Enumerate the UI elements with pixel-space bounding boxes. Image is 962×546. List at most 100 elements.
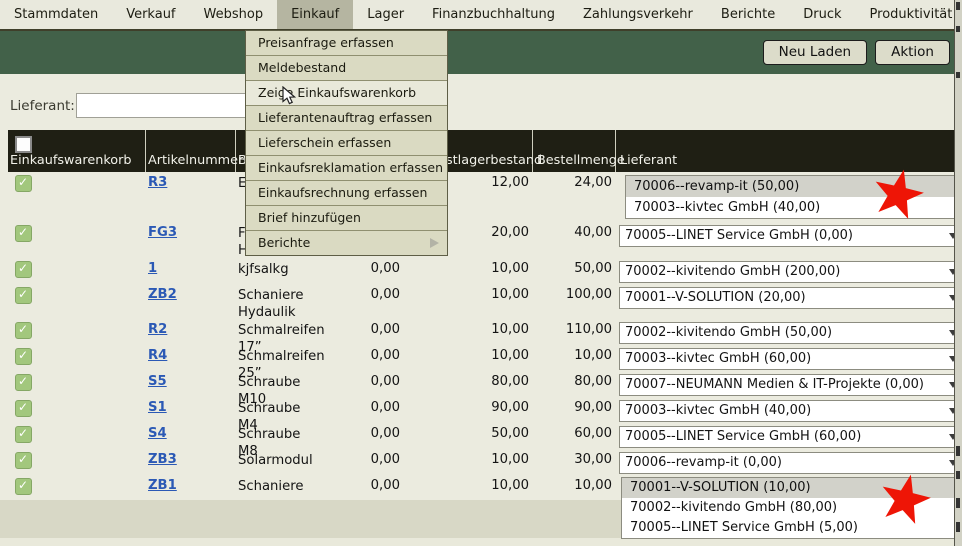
lieferant-select[interactable]: 70005--LINET Service GmbH (60,00) [619,426,962,448]
red-star-annotation [868,165,928,225]
table-row: 1 kjfsalkg 0,00 10,00 50,00 70002--kivit… [8,258,962,284]
menubar-item-produktivitaet[interactable]: Produktivität [856,0,962,29]
submenu-arrow-icon [430,238,439,248]
artikelnummer-link[interactable]: ZB1 [146,478,177,493]
table-body: R3 E 0,00 12,00 24,00 FG3 F H 0,00 20,00… [8,172,962,500]
neu-laden-button[interactable]: Neu Laden [763,40,867,65]
row-checkbox[interactable] [15,348,32,365]
table-row: ZB2 Schaniere Hydaulik 0,00 10,00 100,00… [8,284,962,319]
lieferant-filter-label: Lieferant: [10,98,75,114]
bestellmenge-value: 100,00 [533,284,616,321]
meldebestand-value: 0,00 [314,258,404,284]
lieferant-select-value: 70003--kivtec GmbH (60,00) [620,351,811,366]
meldebestand-value: 0,00 [314,284,404,321]
table-row: S4 Schraube M8 0,00 50,00 60,00 70005--L… [8,423,962,449]
lieferant-select-value: 70002--kivitendo GmbH (200,00) [620,264,840,279]
menu-item-lieferantenauftrag-erfassen[interactable]: Lieferantenauftrag erfassen [246,105,447,130]
bestellmenge-value: 50,00 [533,258,616,284]
meldebestand-value: 0,00 [314,449,404,475]
artikelnummer-link[interactable]: FG3 [146,225,177,240]
lagerbestand-value: 10,00 [404,449,533,475]
lieferant-select[interactable]: 70007--NEUMANN Medien & IT-Projekte (0,0… [619,374,962,396]
menubar-item-webshop[interactable]: Webshop [190,0,278,29]
lieferant-select[interactable]: 70003--kivtec GmbH (60,00) [619,348,962,370]
menu-item-einkaufsrechnung-erfassen[interactable]: Einkaufsrechnung erfassen [246,180,447,205]
artikelnummer-link[interactable]: ZB3 [146,452,177,467]
lieferant-select-value: 70005--LINET Service GmbH (60,00) [620,429,861,444]
menubar-item-stammdaten[interactable]: Stammdaten [0,0,112,29]
table-row: S1 Schraube M4 0,00 90,00 90,00 70003--k… [8,397,962,423]
bestellmenge-value: 10,00 [533,475,616,500]
artikelnummer-link[interactable]: S5 [146,374,167,389]
lieferant-select-value: 70001--V-SOLUTION (20,00) [620,290,806,305]
lieferant-select-value: 70003--kivtec GmbH (40,00) [620,403,811,418]
lieferant-select-value: 70007--NEUMANN Medien & IT-Projekte (0,0… [620,377,924,392]
menu-item-zeige-einkaufswarenkorb[interactable]: Zeige Einkaufswarenkorb [246,80,447,105]
artikelnummer-link[interactable]: S1 [146,400,167,415]
row-checkbox[interactable] [15,322,32,339]
lieferant-select[interactable]: 70005--LINET Service GmbH (0,00) [619,225,962,247]
lieferant-select[interactable]: 70001--V-SOLUTION (20,00) [619,287,962,309]
row-checkbox[interactable] [15,261,32,278]
menubar-item-finanzbuchhaltung[interactable]: Finanzbuchhaltung [418,0,569,29]
table-row: R4 Schmalreifen 25” 0,00 10,00 10,00 700… [8,345,962,371]
bezeichnung-text: Schaniere Hydaulik [236,284,314,321]
bezeichnung-text: Schaniere [236,475,314,500]
menu-item-lieferschein-erfassen[interactable]: Lieferschein erfassen [246,130,447,155]
menu-item-brief-hinzufuegen[interactable]: Brief hinzufügen [246,205,447,230]
row-checkbox[interactable] [15,374,32,391]
lagerbestand-value: 10,00 [404,258,533,284]
bezeichnung-text: kjfsalkg [236,258,314,284]
row-checkbox[interactable] [15,426,32,443]
menubar-item-verkauf[interactable]: Verkauf [112,0,189,29]
select-all-checkbox[interactable] [15,136,32,153]
menu-item-einkaufsreklamation-erfassen[interactable]: Einkaufsreklamation erfassen [246,155,447,180]
menubar-item-berichte[interactable]: Berichte [707,0,789,29]
row-checkbox[interactable] [15,287,32,304]
header-artikelnummer: Artikelnummer [146,130,236,172]
menubar-item-druck[interactable]: Druck [789,0,855,29]
table-row: R2 Schmalreifen 17” 0,00 10,00 110,00 70… [8,319,962,345]
header-einkaufswarenkorb: Einkaufswarenkorb [8,130,146,172]
artikelnummer-link[interactable]: R3 [146,175,167,190]
row-checkbox[interactable] [15,478,32,495]
menubar: Stammdaten Verkauf Webshop Einkauf Lager… [0,0,962,31]
row-checkbox[interactable] [15,225,32,242]
aktion-button[interactable]: Aktion [875,40,950,65]
lieferant-select[interactable]: 70002--kivitendo GmbH (200,00) [619,261,962,283]
einkauf-dropdown-menu: Preisanfrage erfassen Meldebestand Zeige… [245,30,448,256]
menubar-item-lager[interactable]: Lager [353,0,418,29]
toolbar-buttons: Neu Laden Aktion [763,40,950,65]
artikelnummer-link[interactable]: ZB2 [146,287,177,302]
menubar-item-zahlungsverkehr[interactable]: Zahlungsverkehr [569,0,707,29]
menu-item-berichte-label: Berichte [258,235,310,250]
menu-item-meldebestand[interactable]: Meldebestand [246,55,447,80]
bestellmenge-value: 24,00 [533,172,616,222]
artikelnummer-link[interactable]: R4 [146,348,167,363]
lagerbestand-value: 10,00 [404,475,533,500]
bezeichnung-text: Solarmodul [236,449,314,475]
lieferant-select-value: 70002--kivitendo GmbH (50,00) [620,325,832,340]
row-checkbox[interactable] [15,400,32,417]
artikelnummer-link[interactable]: 1 [146,261,157,276]
artikelnummer-link[interactable]: S4 [146,426,167,441]
lieferant-input[interactable] [76,93,254,118]
red-star-annotation [875,470,935,530]
bestellmenge-value: 30,00 [533,449,616,475]
row-checkbox[interactable] [15,452,32,469]
lieferant-select[interactable]: 70003--kivtec GmbH (40,00) [619,400,962,422]
table-header: Einkaufswarenkorb Artikelnummer B stlage… [8,130,962,172]
meldebestand-value: 0,00 [314,475,404,500]
bottom-strip [0,538,962,546]
table-row: FG3 F H 0,00 20,00 40,00 70005--LINET Se… [8,222,962,258]
menu-item-preisanfrage-erfassen[interactable]: Preisanfrage erfassen [246,31,447,55]
menubar-item-einkauf[interactable]: Einkauf [277,0,353,29]
lieferant-select[interactable]: 70002--kivitendo GmbH (50,00) [619,322,962,344]
row-checkbox[interactable] [15,175,32,192]
table-row: ZB3 Solarmodul 0,00 10,00 30,00 70006--r… [8,449,962,475]
artikelnummer-link[interactable]: R2 [146,322,167,337]
lieferant-select-value: 70005--LINET Service GmbH (0,00) [620,228,853,243]
right-edge-cut-content [954,0,962,546]
menu-item-berichte[interactable]: Berichte [246,230,447,255]
mouse-cursor [281,86,299,105]
